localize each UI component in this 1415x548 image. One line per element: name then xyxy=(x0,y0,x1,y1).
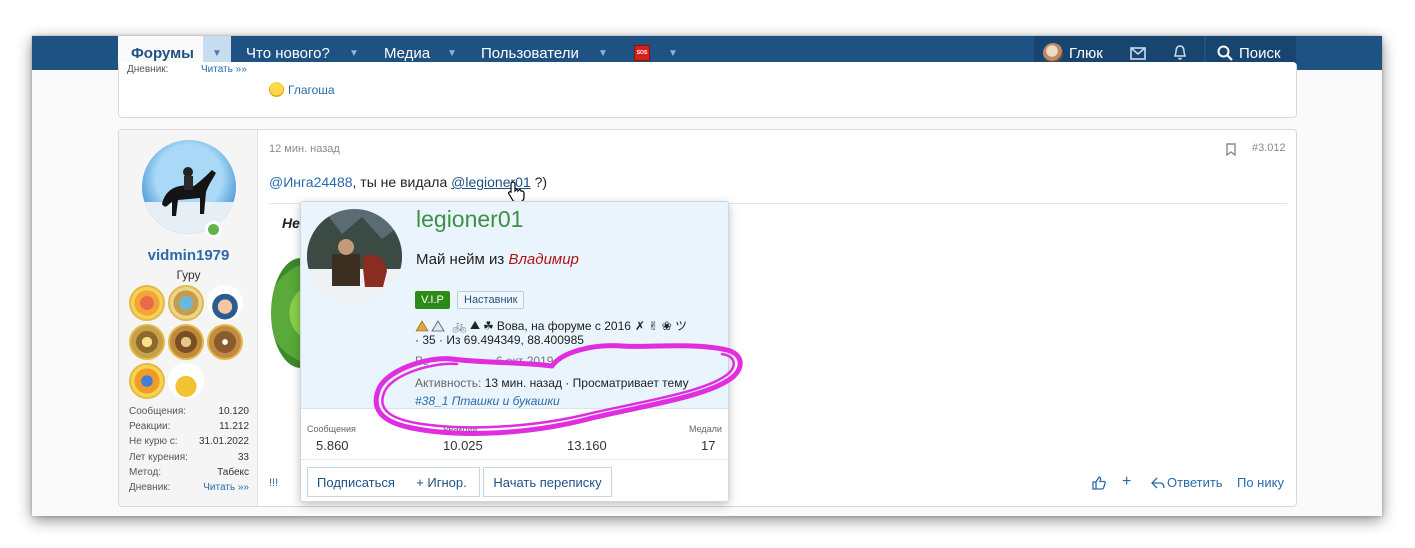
bell-icon[interactable] xyxy=(1173,45,1187,61)
member-stat-label: Медали xyxy=(689,424,722,434)
medal-icon[interactable] xyxy=(168,324,204,360)
mentor-badge: Наставник xyxy=(457,291,525,309)
post-time[interactable]: 12 мин. назад xyxy=(269,143,340,155)
member-info-line: 🚲 ⛰ ☘ Вова, на форуме с 2016 ✗ ✌ ❀ ツ xyxy=(415,317,687,334)
start-conversation-button[interactable]: Начать переписку xyxy=(483,467,612,497)
author-title: Гуру xyxy=(176,268,201,282)
member-stat-value[interactable]: 17 xyxy=(701,438,715,453)
account-link[interactable]: Глюк xyxy=(1043,43,1103,63)
add-reaction-button[interactable]: + xyxy=(1122,473,1131,491)
sos-icon: SOS xyxy=(634,45,650,61)
ignore-button[interactable]: + Игнор. xyxy=(404,467,480,497)
member-username[interactable]: legioner01 xyxy=(416,206,523,233)
vip-badge: V.I.P xyxy=(415,291,450,309)
like-icon[interactable] xyxy=(1092,476,1106,490)
member-activity-thread-link[interactable]: #38_1 Пташки и букашки xyxy=(415,394,560,408)
member-age-location: · 35 · Из 69.494349, 88.400985 xyxy=(415,333,584,347)
post-message: @Инга24488, ты не видала @legioner01 ?) xyxy=(269,174,548,190)
rank-medal-icon[interactable] xyxy=(207,324,243,360)
search-icon xyxy=(1217,45,1233,61)
by-nick-button[interactable]: По нику xyxy=(1237,475,1284,490)
member-stat-label: Реакции xyxy=(443,424,478,434)
post-footer-mark: !!! xyxy=(269,477,279,489)
inbox-icon[interactable] xyxy=(1130,47,1146,60)
post-userbox: vidmin1979 Гуру Сообщения: 10.120 Реакции… xyxy=(119,130,258,506)
author-stat-row: Дневник: Читать »» xyxy=(129,482,249,493)
author-stat-row: Реакции: 11.212 xyxy=(129,421,249,432)
follow-button[interactable]: Подписаться xyxy=(307,467,405,497)
post-number[interactable]: #3.012 xyxy=(1252,142,1286,154)
author-stat-row: Сообщения: 10.120 xyxy=(129,406,249,417)
post-partial-text: Не xyxy=(282,215,300,231)
author-avatar[interactable] xyxy=(142,140,236,234)
member-registered: Ре 6 окт 2019 xyxy=(415,354,554,368)
tooltip-divider xyxy=(301,459,728,460)
tooltip-divider xyxy=(301,408,728,409)
clover-icon: ☘ xyxy=(483,318,494,333)
account-name: Глюк xyxy=(1069,44,1103,62)
member-tooltip: legioner01 Май нейм из Владимир V.I.P На… xyxy=(300,201,729,502)
prev-diary-label: Дневник: xyxy=(127,64,169,75)
member-stat-value[interactable]: 10.025 xyxy=(443,438,483,453)
member-photo xyxy=(307,209,402,304)
mention-link[interactable]: @Инга24488 xyxy=(269,174,353,190)
member-stat-value[interactable]: 5.860 xyxy=(316,438,349,453)
online-indicator-icon xyxy=(205,221,222,238)
search-label: Поиск xyxy=(1239,44,1281,62)
member-stat-value[interactable]: 13.160 xyxy=(567,438,607,453)
forum-window: Форумы ▼ Что нового? ▼ Медиа ▼ Пользоват… xyxy=(32,36,1382,516)
reply-button[interactable]: Ответить xyxy=(1151,475,1223,490)
medal-icon[interactable] xyxy=(168,285,204,321)
pilot-medal-icon[interactable] xyxy=(207,285,243,321)
hand-cursor-icon xyxy=(508,181,525,203)
member-tagline: Май нейм из Владимир xyxy=(416,251,579,268)
bike-icon: 🚲 xyxy=(452,318,467,333)
previous-post: Дневник: Читать »» Глагоша xyxy=(118,62,1297,118)
medal-icon[interactable] xyxy=(129,363,165,399)
reply-icon xyxy=(1151,477,1165,488)
reaction-summary[interactable]: Глагоша xyxy=(269,82,335,97)
member-stat-label: Сообщения xyxy=(307,424,356,434)
tools-icon: ✗ ✌ ❀ ツ xyxy=(634,319,688,333)
medal-icon[interactable] xyxy=(129,324,165,360)
author-stat-row: Лет курения: 33 xyxy=(129,452,249,463)
reaction-user[interactable]: Глагоша xyxy=(288,83,335,97)
prev-diary-link[interactable]: Читать »» xyxy=(201,64,247,75)
horse-rider-image xyxy=(142,167,236,234)
author-stat-row: Метод: Табекс xyxy=(129,467,249,478)
diary-link[interactable]: Читать »» xyxy=(203,482,249,493)
user-avatar-icon xyxy=(1043,43,1063,63)
medal-icon[interactable] xyxy=(129,285,165,321)
member-activity: Активность: 13 мин. назад · Просматривае… xyxy=(415,376,689,390)
member-city: Владимир xyxy=(508,251,579,268)
cup-medal-icon[interactable] xyxy=(168,363,204,399)
bookmark-icon[interactable] xyxy=(1226,143,1236,156)
laugh-emoji-icon xyxy=(269,82,284,97)
author-name[interactable]: vidmin1979 xyxy=(119,247,258,264)
mountain-icon xyxy=(415,319,445,331)
member-avatar[interactable] xyxy=(307,209,402,304)
author-stat-row: Не курю с: 31.01.2022 xyxy=(129,436,249,447)
hiking-icon: ⛰ xyxy=(469,318,481,332)
